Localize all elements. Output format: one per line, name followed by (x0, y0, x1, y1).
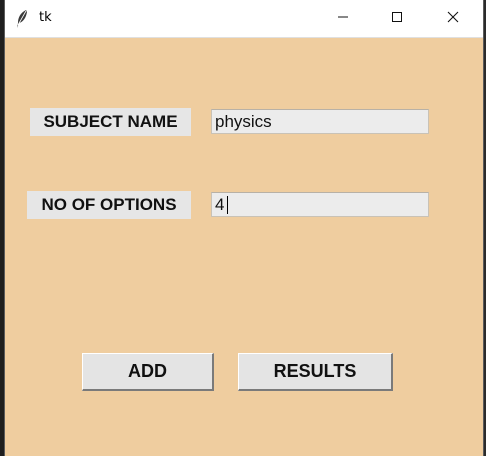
close-icon (447, 10, 459, 28)
window-title: tk (39, 10, 52, 25)
text-cursor (227, 196, 228, 214)
no-of-options-input[interactable] (211, 192, 429, 217)
no-of-options-label: NO OF OPTIONS (27, 191, 191, 219)
add-button[interactable]: ADD (82, 353, 214, 391)
app-window: tk SUBJECT NAME NO OF OPTIONS ADD RESULT… (5, 0, 483, 456)
feather-icon (15, 9, 29, 29)
maximize-button[interactable] (374, 0, 420, 37)
subject-name-label: SUBJECT NAME (30, 108, 191, 136)
minimize-button[interactable] (320, 0, 366, 37)
title-bar[interactable]: tk (5, 0, 483, 38)
results-button[interactable]: RESULTS (238, 353, 393, 391)
minimize-icon (337, 10, 349, 28)
close-button[interactable] (430, 0, 476, 37)
subject-name-input[interactable] (211, 109, 429, 134)
maximize-icon (391, 10, 403, 28)
